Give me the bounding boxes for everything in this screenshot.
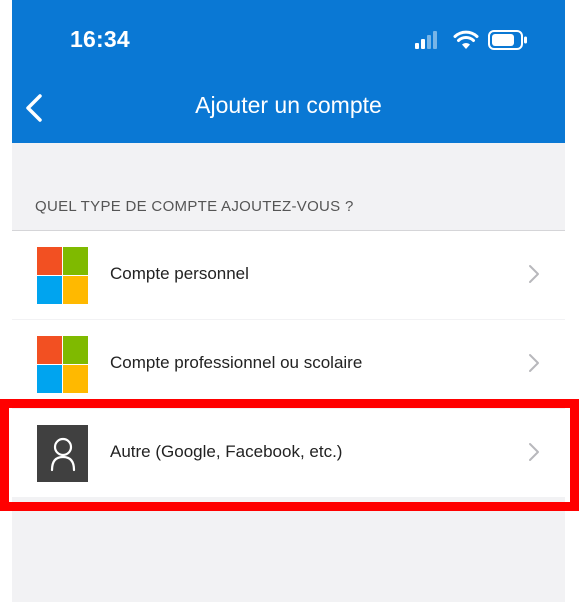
account-option-work-school[interactable]: Compte professionnel ou scolaire: [12, 320, 565, 408]
wifi-icon: [453, 30, 479, 49]
status-time: 16:34: [70, 26, 130, 52]
microsoft-logo-icon: [37, 336, 88, 393]
chevron-right-icon: [529, 354, 539, 372]
chevron-right-icon: [529, 443, 539, 461]
account-option-other[interactable]: Autre (Google, Facebook, etc.): [12, 409, 565, 497]
person-icon: [37, 425, 88, 482]
microsoft-logo-icon: [37, 247, 88, 304]
account-option-label: Compte professionnel ou scolaire: [110, 353, 363, 372]
battery-icon: [488, 30, 527, 50]
account-option-label: Compte personnel: [110, 264, 249, 283]
account-option-personal[interactable]: Compte personnel: [12, 231, 565, 319]
section-label: QUEL TYPE DE COMPTE AJOUTEZ-VOUS ?: [35, 198, 354, 215]
cellular-signal-icon: [415, 31, 437, 49]
page-title: Ajouter un compte: [195, 92, 382, 118]
account-type-list: Compte personnel Compte professionnel ou…: [12, 231, 565, 497]
phone-screen: 16:34 Ajouter un compte QUEL TYPE DE COM…: [12, 0, 565, 602]
account-option-label: Autre (Google, Facebook, etc.): [110, 442, 343, 461]
app-header: 16:34 Ajouter un compte: [12, 0, 565, 143]
chevron-right-icon: [529, 265, 539, 283]
